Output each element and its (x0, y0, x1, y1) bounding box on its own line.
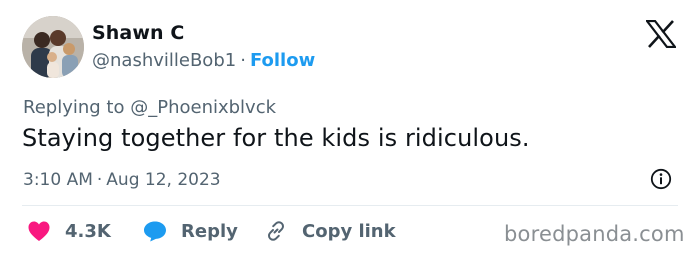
author-handle[interactable]: @nashvilleBob1 (92, 50, 236, 71)
reply-button[interactable]: Reply (143, 219, 238, 243)
reply-label: Reply (181, 220, 238, 242)
follow-button[interactable]: Follow (250, 50, 315, 71)
tweet-timestamp[interactable]: 3:10 AM · Aug 12, 2023 (23, 170, 221, 190)
divider (22, 205, 678, 206)
like-button[interactable]: 4.3K (27, 219, 111, 243)
replying-to-line: Replying to @_Phoenixblvck (23, 97, 276, 118)
tweet-card: Shawn C @nashvilleBob1 · Follow Replying t… (0, 0, 700, 257)
handle-separator: · (240, 50, 246, 71)
avatar[interactable] (22, 16, 84, 78)
link-icon (268, 221, 284, 241)
tweet-text: Staying together for the kids is ridicul… (22, 124, 530, 152)
tweet-time: 3:10 AM (23, 170, 93, 190)
x-logo-icon[interactable] (644, 19, 678, 49)
tweet-date: Aug 12, 2023 (106, 170, 221, 190)
copy-link-label: Copy link (302, 220, 396, 242)
copy-link-button[interactable]: Copy link (264, 219, 396, 243)
info-icon[interactable] (650, 168, 672, 190)
heart-icon (28, 221, 50, 241)
author-name[interactable]: Shawn C (92, 22, 184, 44)
author-handle-line: @nashvilleBob1 · Follow (92, 50, 315, 71)
timestamp-separator: · (96, 170, 103, 190)
replying-to-label: Replying to (23, 97, 125, 118)
avatar-photo (22, 16, 84, 78)
like-count: 4.3K (65, 220, 111, 242)
reply-mention-link[interactable]: @_Phoenixblvck (130, 97, 276, 118)
speech-bubble-icon (144, 221, 166, 242)
source-watermark: boredpanda.com (504, 222, 685, 246)
